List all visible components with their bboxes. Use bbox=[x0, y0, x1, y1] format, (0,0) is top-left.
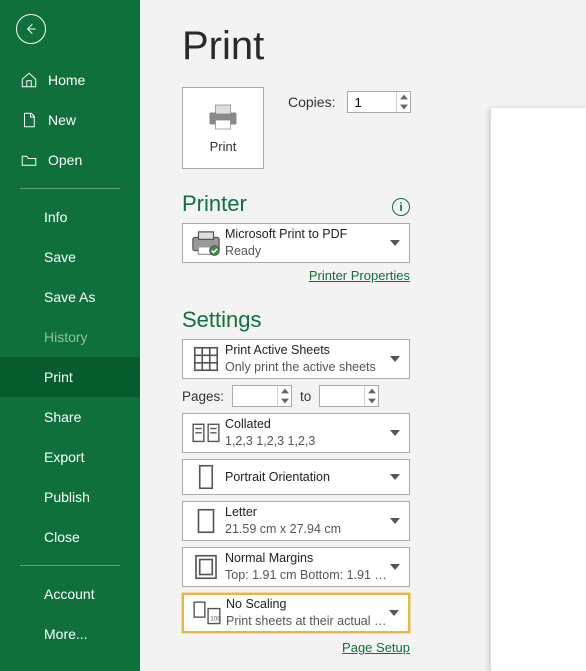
nav-print[interactable]: Print bbox=[0, 357, 140, 397]
nav-save-label: Save bbox=[44, 249, 76, 265]
nav-export-label: Export bbox=[44, 449, 84, 465]
copies-input[interactable] bbox=[348, 95, 396, 110]
nav-open-label: Open bbox=[48, 152, 82, 168]
chevron-down-icon bbox=[389, 474, 401, 480]
pages-from-spinner[interactable] bbox=[232, 385, 292, 407]
printer-name: Microsoft Print to PDF bbox=[225, 226, 389, 243]
paper-size-dropdown[interactable]: Letter 21.59 cm x 27.94 cm bbox=[182, 501, 410, 541]
copies-label: Copies: bbox=[288, 94, 335, 110]
printer-info-icon[interactable]: i bbox=[392, 198, 410, 216]
pages-to-input[interactable] bbox=[320, 389, 364, 404]
chevron-down-icon bbox=[389, 430, 401, 436]
pages-to-label: to bbox=[300, 389, 311, 404]
nav-export[interactable]: Export bbox=[0, 437, 140, 477]
nav-close-label: Close bbox=[44, 529, 80, 545]
nav-new-label: New bbox=[48, 112, 76, 128]
nav-publish[interactable]: Publish bbox=[0, 477, 140, 517]
pages-from-down[interactable] bbox=[278, 396, 291, 406]
print-what-sub: Only print the active sheets bbox=[225, 359, 389, 376]
nav-save[interactable]: Save bbox=[0, 237, 140, 277]
nav-new[interactable]: New bbox=[0, 100, 140, 140]
chevron-down-icon bbox=[389, 240, 401, 246]
printer-header: Printer bbox=[182, 191, 247, 217]
scaling-icon: 100 bbox=[192, 595, 222, 631]
copies-down[interactable] bbox=[397, 102, 410, 112]
printer-icon bbox=[205, 103, 241, 131]
back-arrow-icon bbox=[23, 21, 39, 37]
nav-home[interactable]: Home bbox=[0, 60, 140, 100]
nav-account-label: Account bbox=[44, 586, 95, 602]
nav-print-label: Print bbox=[44, 369, 73, 385]
copies-spinner[interactable] bbox=[347, 91, 411, 113]
nav-close[interactable]: Close bbox=[0, 517, 140, 557]
copies-up[interactable] bbox=[397, 92, 410, 102]
pages-to-up[interactable] bbox=[365, 386, 378, 396]
nav-publish-label: Publish bbox=[44, 489, 90, 505]
collation-sub: 1,2,3 1,2,3 1,2,3 bbox=[225, 433, 389, 450]
nav-more[interactable]: More... bbox=[0, 614, 140, 654]
print-panel: Print Print Copies: Printer i bbox=[140, 0, 586, 671]
nav-save-as[interactable]: Save As bbox=[0, 277, 140, 317]
orientation-title: Portrait Orientation bbox=[225, 469, 389, 486]
paper-icon bbox=[191, 502, 221, 540]
pages-to-spinner[interactable] bbox=[319, 385, 379, 407]
back-button[interactable] bbox=[16, 14, 46, 44]
chevron-down-icon bbox=[388, 610, 400, 616]
print-preview-edge bbox=[490, 108, 586, 671]
margins-icon bbox=[191, 548, 221, 586]
collation-dropdown[interactable]: Collated 1,2,3 1,2,3 1,2,3 bbox=[182, 413, 410, 453]
print-what-title: Print Active Sheets bbox=[225, 342, 389, 359]
margins-dropdown[interactable]: Normal Margins Top: 1.91 cm Bottom: 1.91… bbox=[182, 547, 410, 587]
print-button-label: Print bbox=[210, 139, 237, 154]
nav-separator bbox=[20, 188, 120, 189]
svg-text:100: 100 bbox=[210, 615, 221, 622]
collation-title: Collated bbox=[225, 416, 389, 433]
paper-title: Letter bbox=[225, 504, 389, 521]
pages-from-up[interactable] bbox=[278, 386, 291, 396]
scaling-sub: Print sheets at their actual size bbox=[226, 613, 388, 630]
margins-sub: Top: 1.91 cm Bottom: 1.91 c… bbox=[225, 567, 389, 584]
scaling-title: No Scaling bbox=[226, 596, 388, 613]
nav-home-label: Home bbox=[48, 72, 85, 88]
nav-account[interactable]: Account bbox=[0, 574, 140, 614]
nav-history-label: History bbox=[44, 329, 88, 345]
scaling-dropdown[interactable]: 100 No Scaling Print sheets at their act… bbox=[182, 593, 410, 633]
chevron-down-icon bbox=[389, 356, 401, 362]
nav-share[interactable]: Share bbox=[0, 397, 140, 437]
pages-label: Pages: bbox=[182, 389, 224, 404]
page-setup-link[interactable]: Page Setup bbox=[342, 640, 410, 655]
nav-open[interactable]: Open bbox=[0, 140, 140, 180]
chevron-down-icon bbox=[389, 518, 401, 524]
open-icon bbox=[20, 151, 38, 169]
collated-icon bbox=[191, 414, 221, 452]
print-what-dropdown[interactable]: Print Active Sheets Only print the activ… bbox=[182, 339, 410, 379]
printer-dropdown[interactable]: Microsoft Print to PDF Ready bbox=[182, 223, 410, 263]
nav-save-as-label: Save As bbox=[44, 289, 95, 305]
nav-share-label: Share bbox=[44, 409, 81, 425]
portrait-icon bbox=[191, 460, 221, 494]
home-icon bbox=[20, 71, 38, 89]
margins-title: Normal Margins bbox=[225, 550, 389, 567]
sheets-icon bbox=[191, 340, 221, 378]
pages-from-input[interactable] bbox=[233, 389, 277, 404]
chevron-down-icon bbox=[389, 564, 401, 570]
printer-status: Ready bbox=[225, 243, 389, 260]
pages-to-down[interactable] bbox=[365, 396, 378, 406]
backstage-sidebar: Home New Open Info Save Save As History … bbox=[0, 0, 140, 671]
nav-history: History bbox=[0, 317, 140, 357]
nav-more-label: More... bbox=[44, 626, 88, 642]
nav-info[interactable]: Info bbox=[0, 197, 140, 237]
page-title: Print bbox=[182, 24, 586, 69]
print-button[interactable]: Print bbox=[182, 87, 264, 169]
paper-sub: 21.59 cm x 27.94 cm bbox=[225, 521, 389, 538]
nav-info-label: Info bbox=[44, 209, 67, 225]
orientation-dropdown[interactable]: Portrait Orientation bbox=[182, 459, 410, 495]
printer-properties-link[interactable]: Printer Properties bbox=[309, 268, 410, 283]
nav-separator bbox=[20, 565, 120, 566]
new-icon bbox=[20, 111, 38, 129]
printer-device-icon bbox=[191, 224, 221, 262]
